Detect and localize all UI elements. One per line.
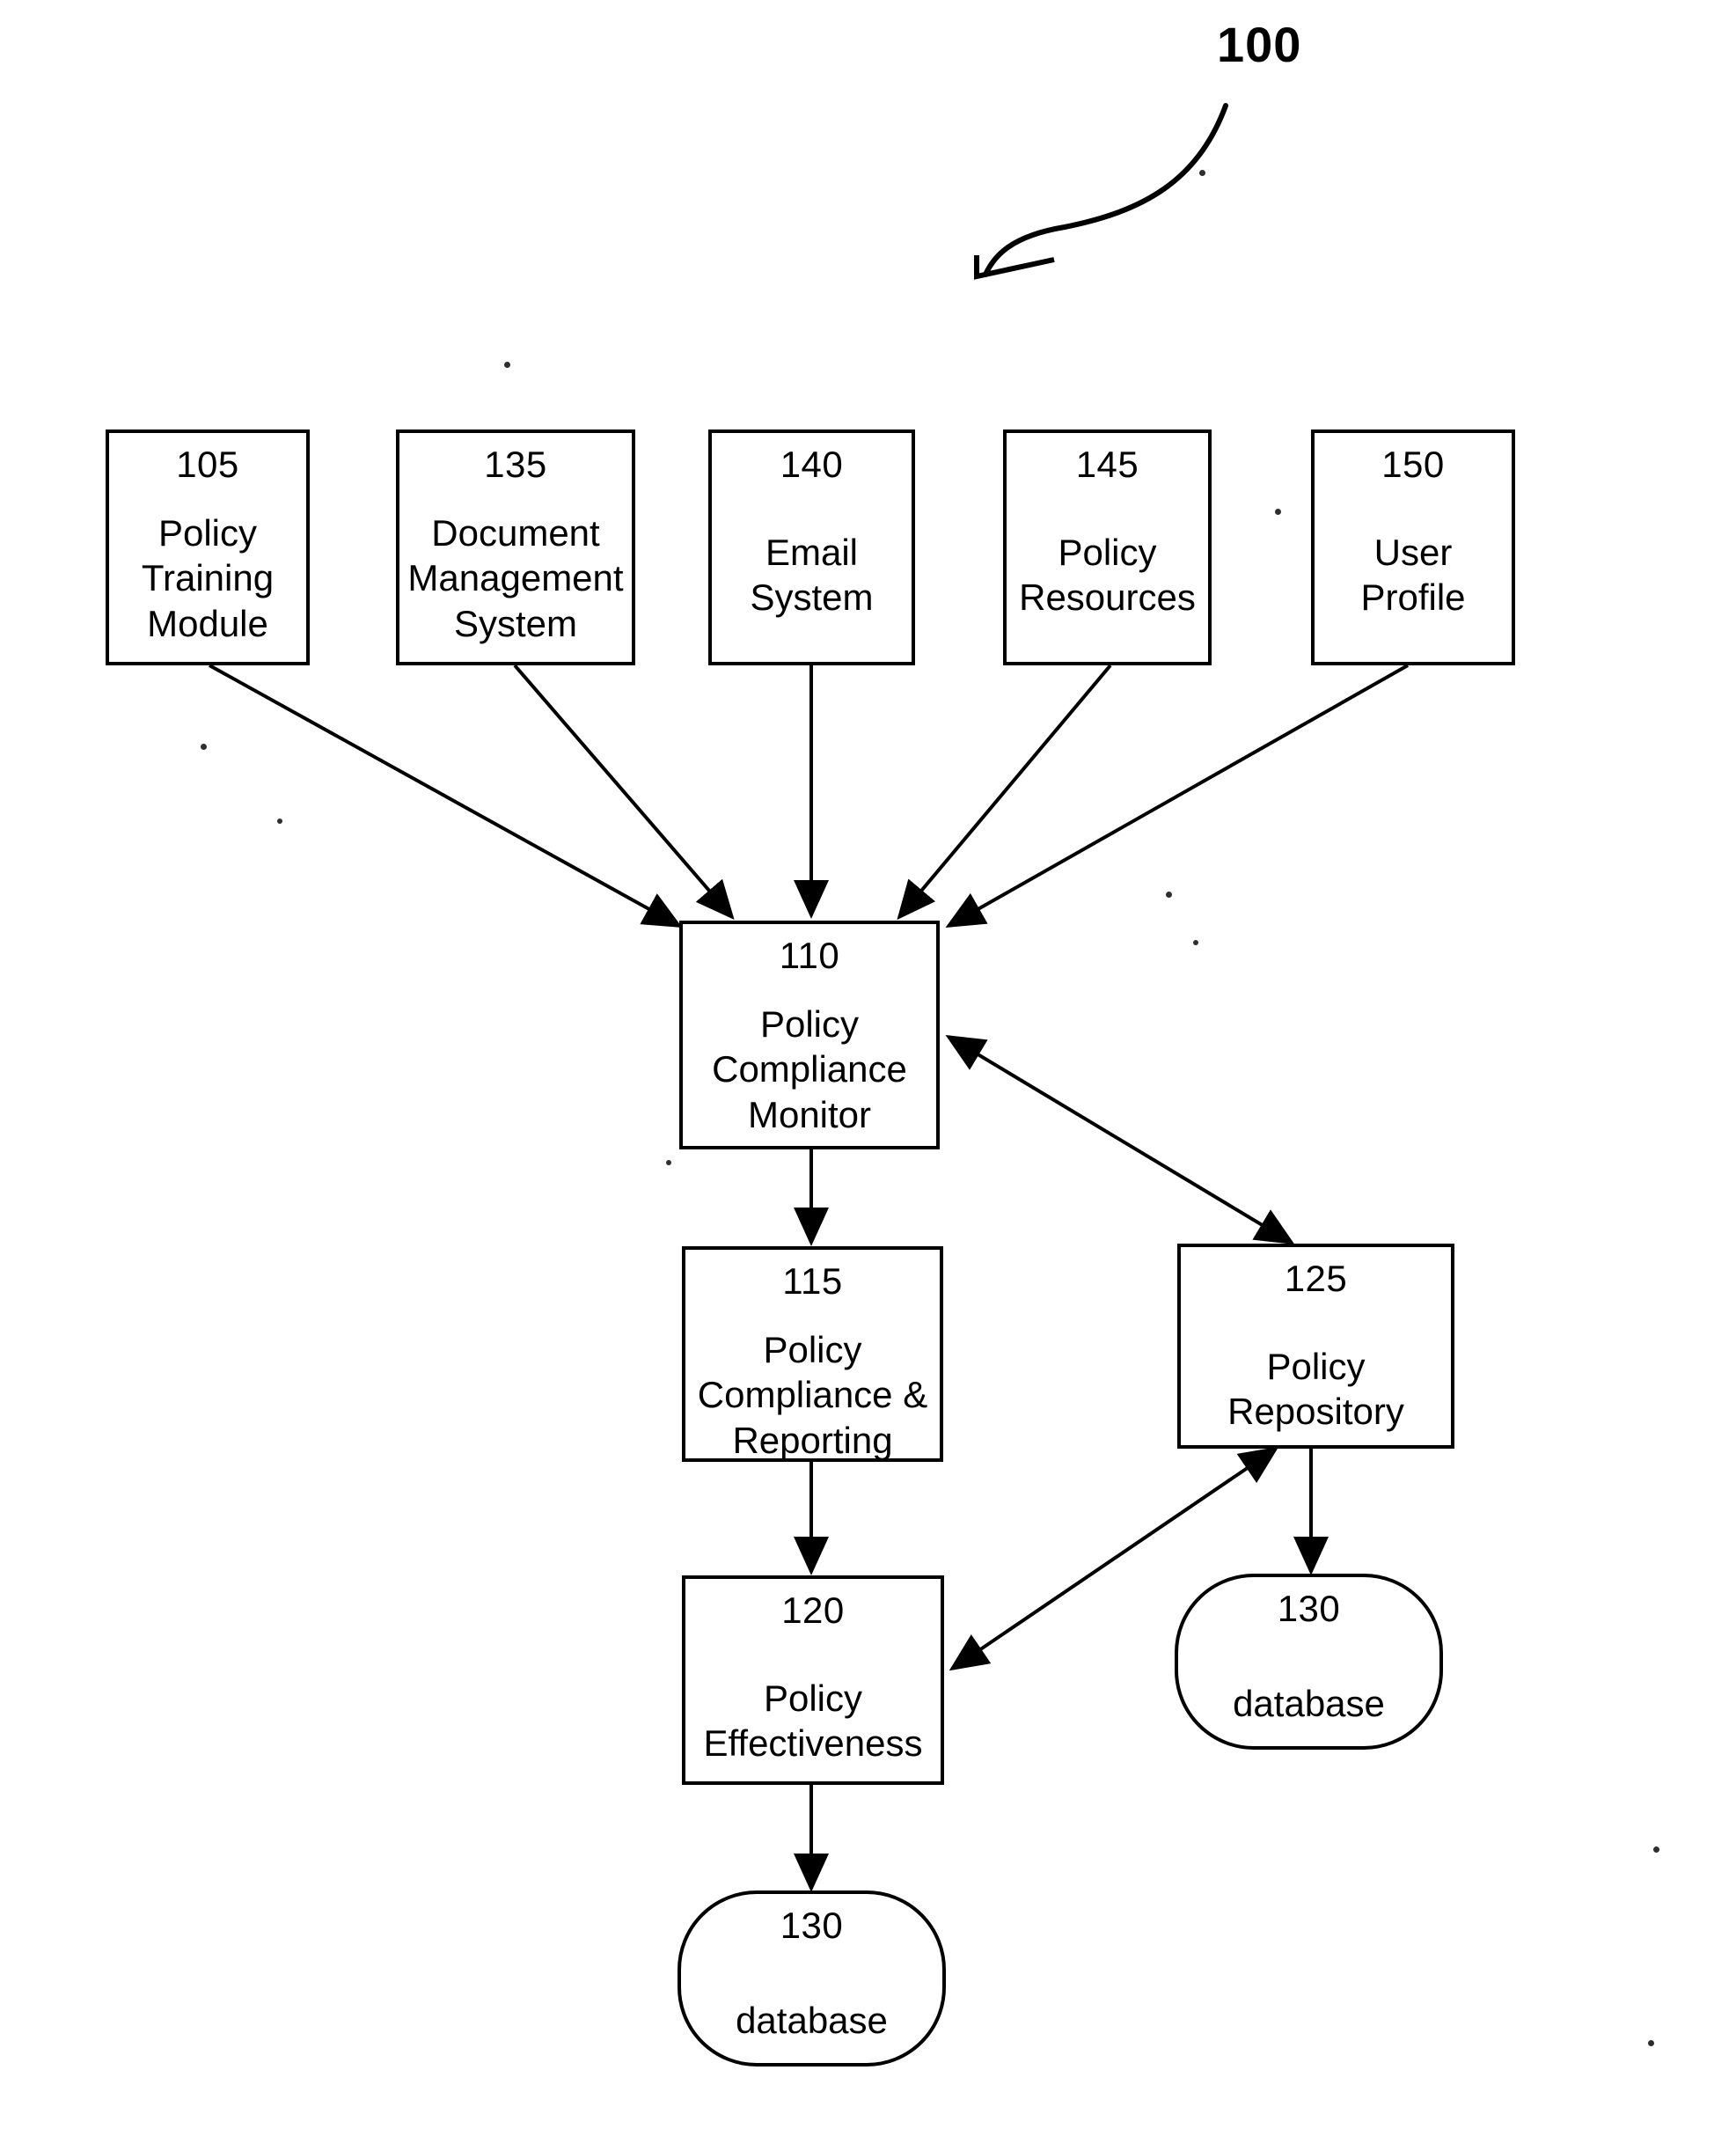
node-label-150: User Profile <box>1360 532 1466 619</box>
node-policy-resources[interactable]: 145 Policy Resources <box>1003 429 1212 665</box>
figure-number-100: 100 <box>1217 17 1302 72</box>
node-policy-compliance-and-reporting[interactable]: 115 Policy Compliance & Reporting <box>682 1246 943 1462</box>
node-ref-130-right: 130 <box>1277 1588 1341 1629</box>
patent-figure: 100 105 Policy Training Module 135 Docum… <box>0 0 1736 2151</box>
node-label-130-right: database <box>1233 1683 1385 1725</box>
node-ref-145: 145 <box>1075 444 1139 485</box>
node-email-system[interactable]: 140 Email System <box>708 429 915 665</box>
edge-145-to-110 <box>897 664 1112 921</box>
node-ref-115: 115 <box>782 1260 843 1302</box>
node-label-135: Document Management System <box>407 512 624 644</box>
node-user-profile[interactable]: 150 User Profile <box>1311 429 1515 665</box>
node-ref-150: 150 <box>1381 444 1445 485</box>
node-label-125: Policy Repository <box>1227 1346 1404 1433</box>
node-label-130-bottom: database <box>736 2000 888 2042</box>
node-ref-140: 140 <box>780 444 844 485</box>
node-ref-110: 110 <box>779 935 840 976</box>
node-policy-compliance-monitor[interactable]: 110 Policy Compliance Monitor <box>679 921 940 1149</box>
figure-leader-curve <box>983 103 1228 277</box>
node-label-110: Policy Compliance Monitor <box>712 1003 907 1135</box>
edge-135-to-110 <box>513 664 735 921</box>
edge-110-to-125 <box>945 1034 1295 1245</box>
node-label-115: Policy Compliance & Reporting <box>697 1329 928 1461</box>
edge-150-to-110 <box>945 664 1409 928</box>
node-database-bottom[interactable]: 130 database <box>678 1890 946 2067</box>
node-label-145: Policy Resources <box>1019 532 1196 619</box>
node-policy-training-module[interactable]: 105 Policy Training Module <box>106 429 310 665</box>
node-database-right[interactable]: 130 database <box>1175 1574 1443 1750</box>
node-ref-105: 105 <box>176 444 239 485</box>
node-label-120: Policy Effectiveness <box>703 1677 923 1765</box>
node-policy-effectiveness[interactable]: 120 Policy Effectiveness <box>682 1575 944 1785</box>
node-ref-130-bottom: 130 <box>780 1905 844 1946</box>
node-ref-120: 120 <box>781 1589 845 1631</box>
edge-105-to-110 <box>209 664 683 928</box>
node-document-management-system[interactable]: 135 Document Management System <box>396 429 635 665</box>
node-ref-125: 125 <box>1284 1258 1348 1299</box>
node-policy-repository[interactable]: 125 Policy Repository <box>1177 1244 1454 1449</box>
node-label-140: Email System <box>750 532 874 619</box>
node-label-105: Policy Training Module <box>141 512 275 644</box>
node-ref-135: 135 <box>484 444 547 485</box>
